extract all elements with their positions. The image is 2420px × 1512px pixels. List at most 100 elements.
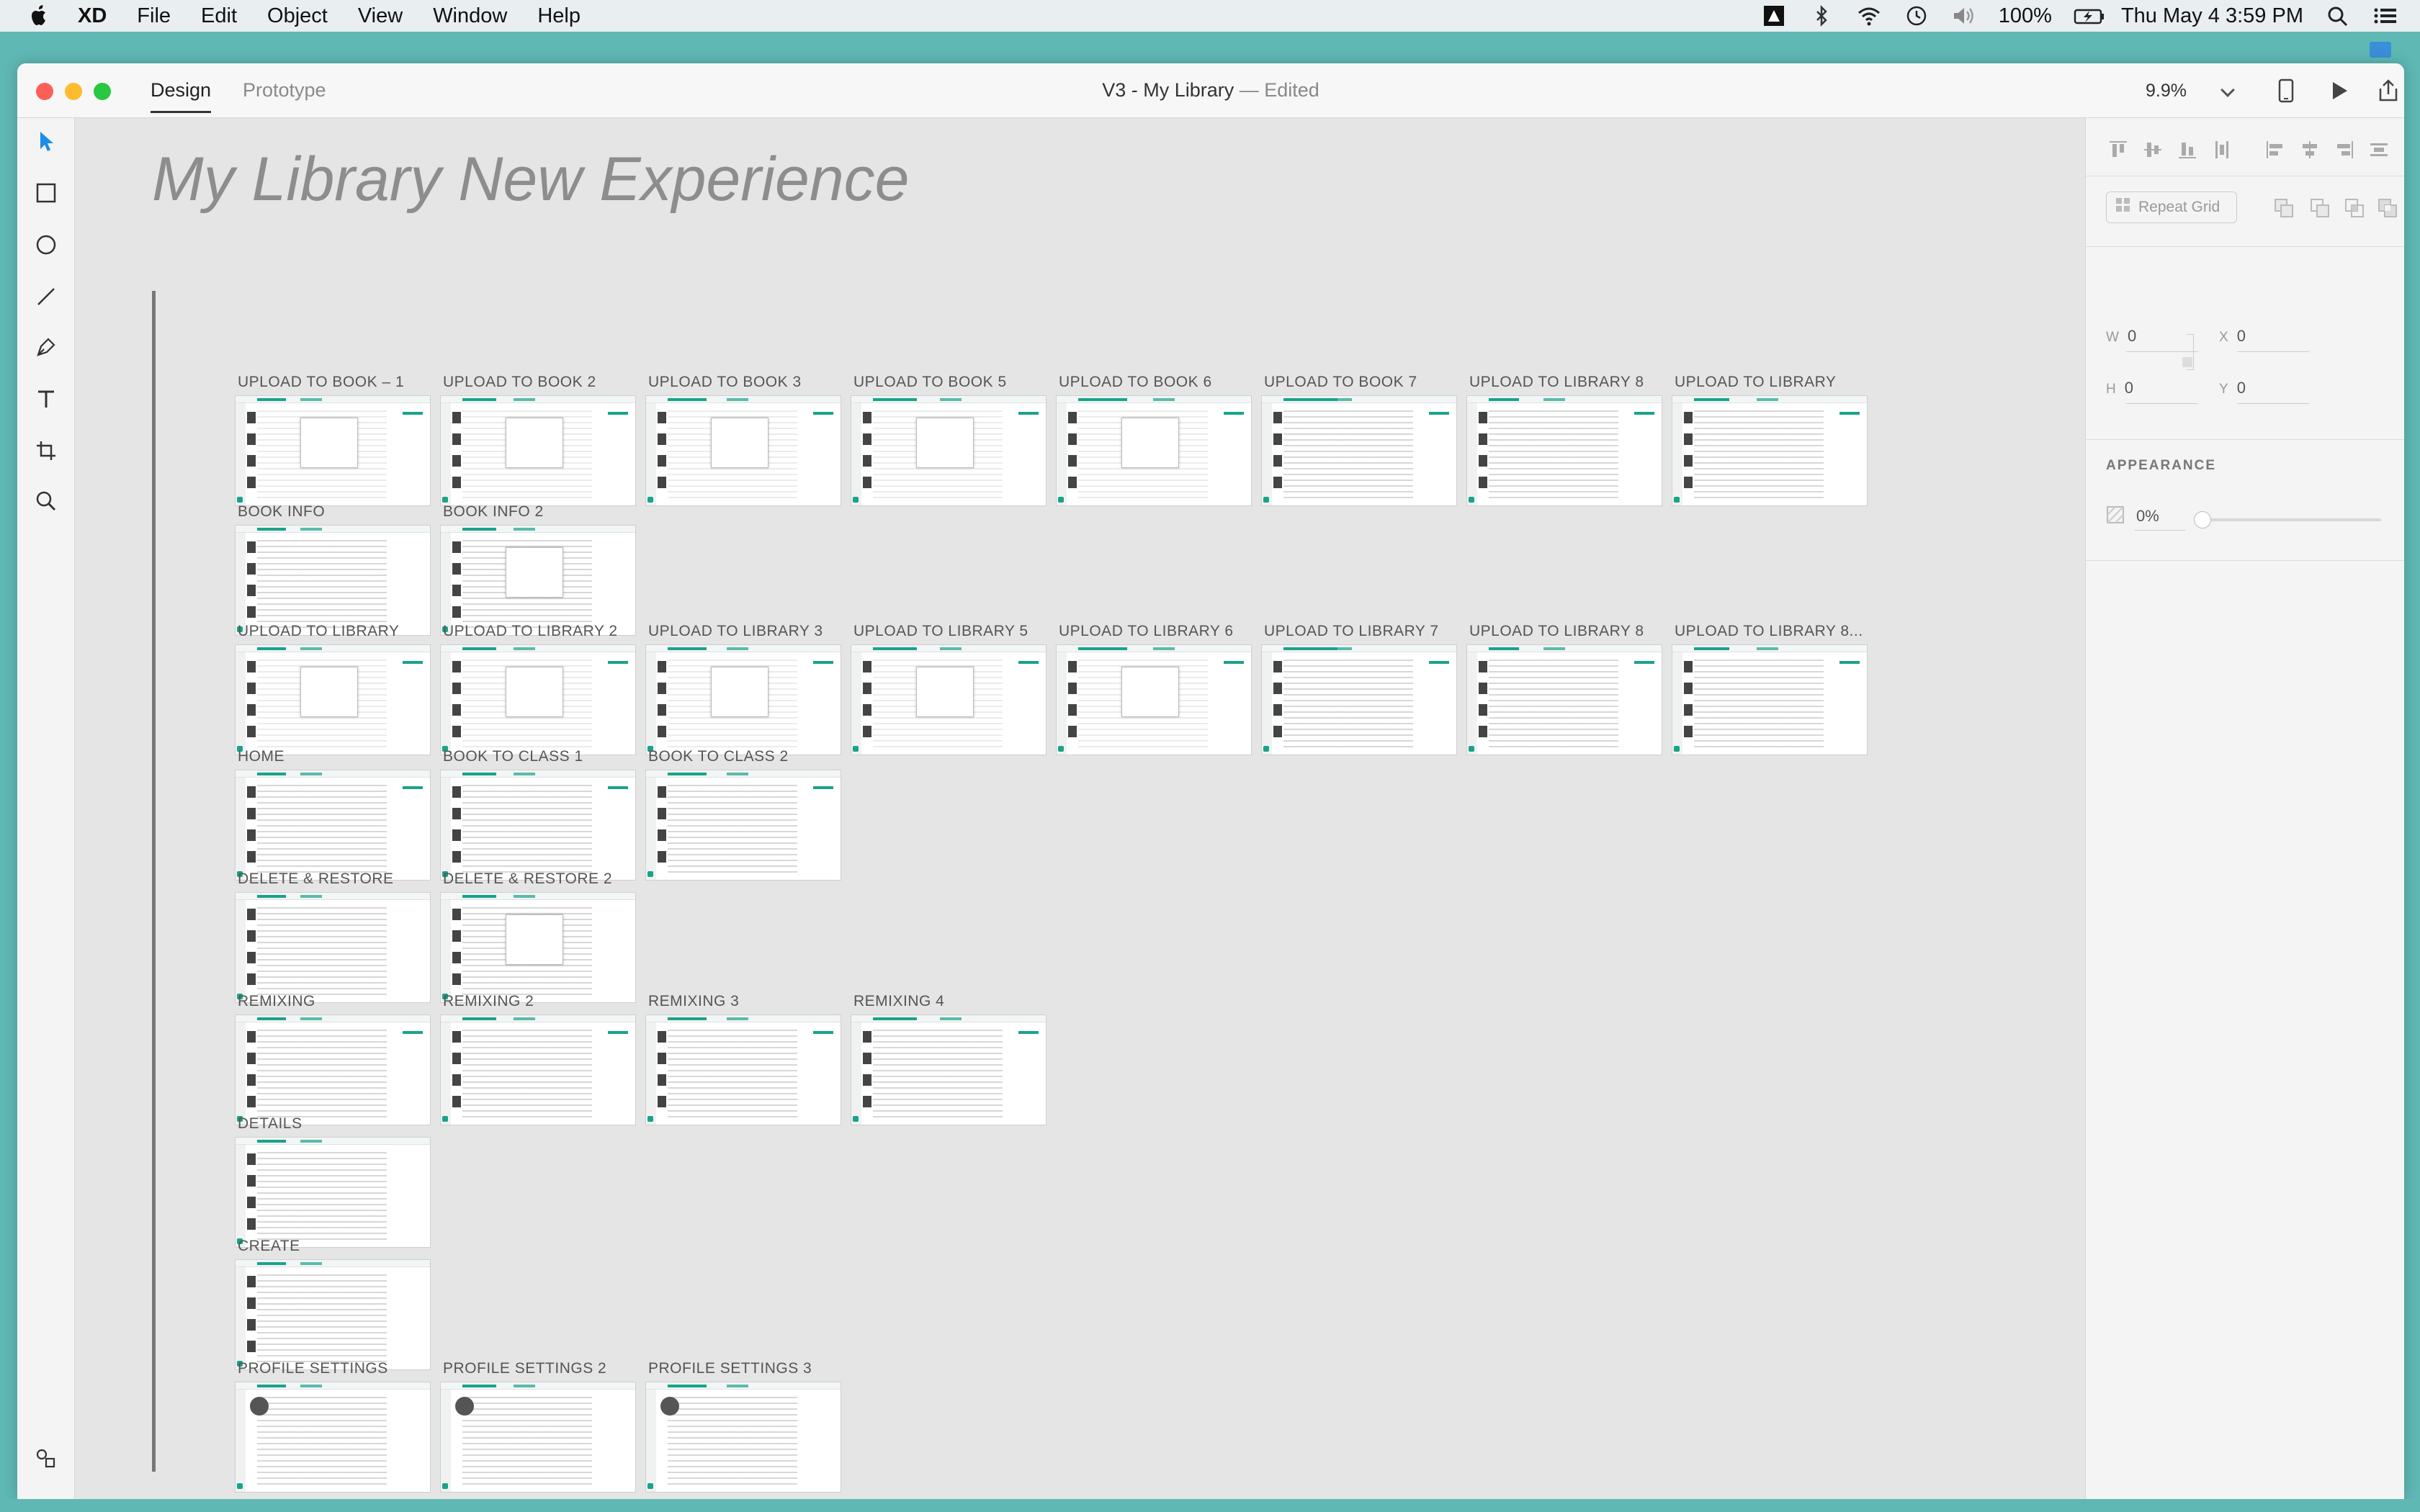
- artboard-thumbnail[interactable]: [235, 395, 431, 506]
- align-center-icon[interactable]: [2299, 139, 2321, 161]
- artboard-thumbnail[interactable]: [440, 644, 636, 755]
- align-bottom-icon[interactable]: [2177, 139, 2198, 161]
- artboard-thumbnail[interactable]: [1672, 644, 1868, 755]
- artboard-label[interactable]: UPLOAD TO LIBRARY: [238, 623, 399, 640]
- artboard-thumbnail[interactable]: [851, 1014, 1047, 1125]
- width-field[interactable]: W0: [2106, 327, 2136, 346]
- artboard-thumbnail[interactable]: [645, 770, 841, 881]
- folder-icon[interactable]: [2370, 42, 2391, 58]
- time-machine-icon[interactable]: [1904, 4, 1930, 27]
- artboard-thumbnail[interactable]: [440, 395, 636, 506]
- adobe-icon[interactable]: [1761, 4, 1787, 27]
- artboard-thumbnail[interactable]: [1056, 644, 1252, 755]
- artboard-thumbnail[interactable]: [235, 644, 431, 755]
- artboard-label[interactable]: DELETE & RESTORE 2: [443, 870, 612, 888]
- boolean-intersect-icon[interactable]: [2344, 197, 2365, 219]
- artboard-label[interactable]: REMIXING 2: [443, 993, 534, 1010]
- artboard-thumbnail[interactable]: [235, 770, 431, 881]
- artboard-label[interactable]: UPLOAD TO LIBRARY 8: [1469, 374, 1644, 391]
- artboard-label[interactable]: UPLOAD TO LIBRARY 5: [853, 623, 1028, 640]
- symbols-icon[interactable]: [30, 1443, 62, 1475]
- select-tool-icon[interactable]: [30, 125, 62, 157]
- artboard-label[interactable]: UPLOAD TO LIBRARY 6: [1059, 623, 1234, 640]
- artboard-thumbnail[interactable]: [851, 395, 1047, 506]
- artboard-label[interactable]: REMIXING: [238, 993, 315, 1010]
- menu-window[interactable]: Window: [433, 4, 507, 28]
- y-field[interactable]: Y0: [2219, 379, 2246, 397]
- artboard-label[interactable]: CREATE: [238, 1238, 300, 1255]
- artboard-label[interactable]: DETAILS: [238, 1115, 302, 1133]
- zoom-tool-icon[interactable]: [30, 485, 62, 517]
- artboard-thumbnail[interactable]: [645, 1382, 841, 1493]
- menu-file[interactable]: File: [137, 4, 171, 28]
- boolean-exclude-icon[interactable]: [2377, 197, 2398, 219]
- artboard-thumbnail[interactable]: [1466, 644, 1662, 755]
- artboard-label[interactable]: PROFILE SETTINGS 2: [443, 1360, 606, 1377]
- bluetooth-icon[interactable]: [1809, 4, 1834, 27]
- artboard-label[interactable]: UPLOAD TO LIBRARY 8: [1469, 623, 1644, 640]
- lock-aspect-icon[interactable]: [2182, 357, 2192, 367]
- opacity-slider-handle[interactable]: [2194, 511, 2211, 528]
- apple-icon[interactable]: [29, 4, 49, 27]
- artboard-thumbnail[interactable]: [235, 1137, 431, 1248]
- artboard-thumbnail[interactable]: [645, 1014, 841, 1125]
- align-middle-icon[interactable]: [2142, 139, 2164, 161]
- menu-edit[interactable]: Edit: [201, 4, 237, 28]
- artboard-thumbnail[interactable]: [645, 644, 841, 755]
- menu-view[interactable]: View: [358, 4, 403, 28]
- artboard-label[interactable]: HOME: [238, 748, 284, 765]
- artboard-thumbnail[interactable]: [440, 892, 636, 1003]
- opacity-value[interactable]: 0%: [2136, 507, 2159, 526]
- notification-center-icon[interactable]: [2372, 4, 2398, 27]
- artboard-thumbnail[interactable]: [440, 525, 636, 636]
- artboard-thumbnail[interactable]: [645, 395, 841, 506]
- artboard-label[interactable]: UPLOAD TO BOOK 7: [1264, 374, 1417, 391]
- artboard-label[interactable]: UPLOAD TO BOOK – 1: [238, 374, 404, 391]
- repeat-grid-button[interactable]: Repeat Grid: [2106, 192, 2237, 223]
- share-icon[interactable]: [2374, 76, 2403, 105]
- play-preview-icon[interactable]: [2325, 76, 2354, 105]
- artboard-thumbnail[interactable]: [851, 644, 1047, 755]
- pen-tool-icon[interactable]: [30, 331, 62, 363]
- menu-clock[interactable]: Thu May 4 3:59 PM: [2121, 4, 2303, 28]
- artboard-thumbnail[interactable]: [440, 770, 636, 881]
- artboard-thumbnail[interactable]: [440, 1382, 636, 1493]
- distribute-vertical-icon[interactable]: [2211, 139, 2233, 161]
- artboard-thumbnail[interactable]: [1261, 395, 1457, 506]
- boolean-subtract-icon[interactable]: [2309, 197, 2331, 219]
- artboard-tool-icon[interactable]: [30, 435, 62, 467]
- volume-icon[interactable]: [1951, 4, 1977, 27]
- artboard-label[interactable]: BOOK INFO 2: [443, 503, 544, 521]
- battery-icon[interactable]: [2074, 4, 2104, 27]
- artboard-label[interactable]: DELETE & RESTORE: [238, 870, 394, 888]
- artboard-label[interactable]: REMIXING 3: [648, 993, 739, 1010]
- wifi-icon[interactable]: [1856, 4, 1882, 27]
- artboard-label[interactable]: UPLOAD TO BOOK 3: [648, 374, 802, 391]
- height-field[interactable]: H0: [2106, 379, 2133, 397]
- artboard-label[interactable]: BOOK TO CLASS 1: [443, 748, 583, 765]
- artboard-label[interactable]: BOOK INFO: [238, 503, 325, 521]
- distribute-horizontal-icon[interactable]: [2368, 139, 2390, 161]
- artboard-thumbnail[interactable]: [1261, 644, 1457, 755]
- menu-object[interactable]: Object: [267, 4, 328, 28]
- artboard-thumbnail[interactable]: [235, 1259, 431, 1370]
- artboard-thumbnail[interactable]: [1466, 395, 1662, 506]
- text-tool-icon[interactable]: [30, 383, 62, 415]
- artboard-label[interactable]: UPLOAD TO LIBRARY: [1675, 374, 1836, 391]
- spotlight-search-icon[interactable]: [2325, 4, 2351, 27]
- align-top-icon[interactable]: [2107, 139, 2129, 161]
- artboard-thumbnail[interactable]: [235, 892, 431, 1003]
- artboard-label[interactable]: UPLOAD TO LIBRARY 3: [648, 623, 823, 640]
- align-left-icon[interactable]: [2264, 139, 2286, 161]
- opacity-slider-track[interactable]: [2201, 518, 2381, 521]
- device-preview-icon[interactable]: [2272, 76, 2300, 105]
- zoom-level[interactable]: 9.9%: [2146, 81, 2187, 102]
- artboard-thumbnail[interactable]: [1056, 395, 1252, 506]
- artboard-label[interactable]: UPLOAD TO BOOK 5: [853, 374, 1007, 391]
- artboard-label[interactable]: PROFILE SETTINGS 3: [648, 1360, 812, 1377]
- align-right-icon[interactable]: [2334, 139, 2355, 161]
- artboard-thumbnail[interactable]: [235, 525, 431, 636]
- artboard-label[interactable]: UPLOAD TO BOOK 2: [443, 374, 596, 391]
- artboard-label[interactable]: BOOK TO CLASS 2: [648, 748, 789, 765]
- artboard-label[interactable]: REMIXING 4: [853, 993, 944, 1010]
